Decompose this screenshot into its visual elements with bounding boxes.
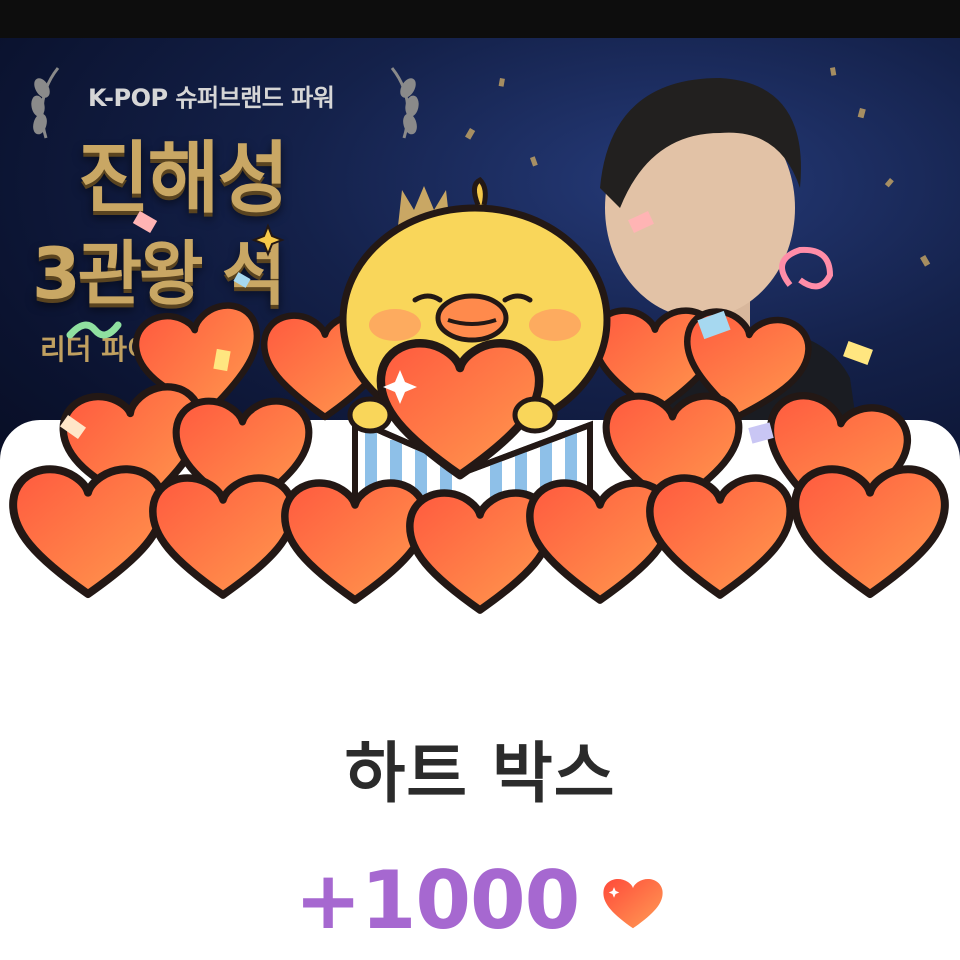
heart-icon (603, 878, 663, 929)
reward-amount: +1000 (294, 853, 581, 947)
heart-box-illustration (0, 176, 960, 660)
reward-amount-row: +1000 (0, 853, 960, 947)
reward-title: 하트 박스 (344, 735, 616, 812)
